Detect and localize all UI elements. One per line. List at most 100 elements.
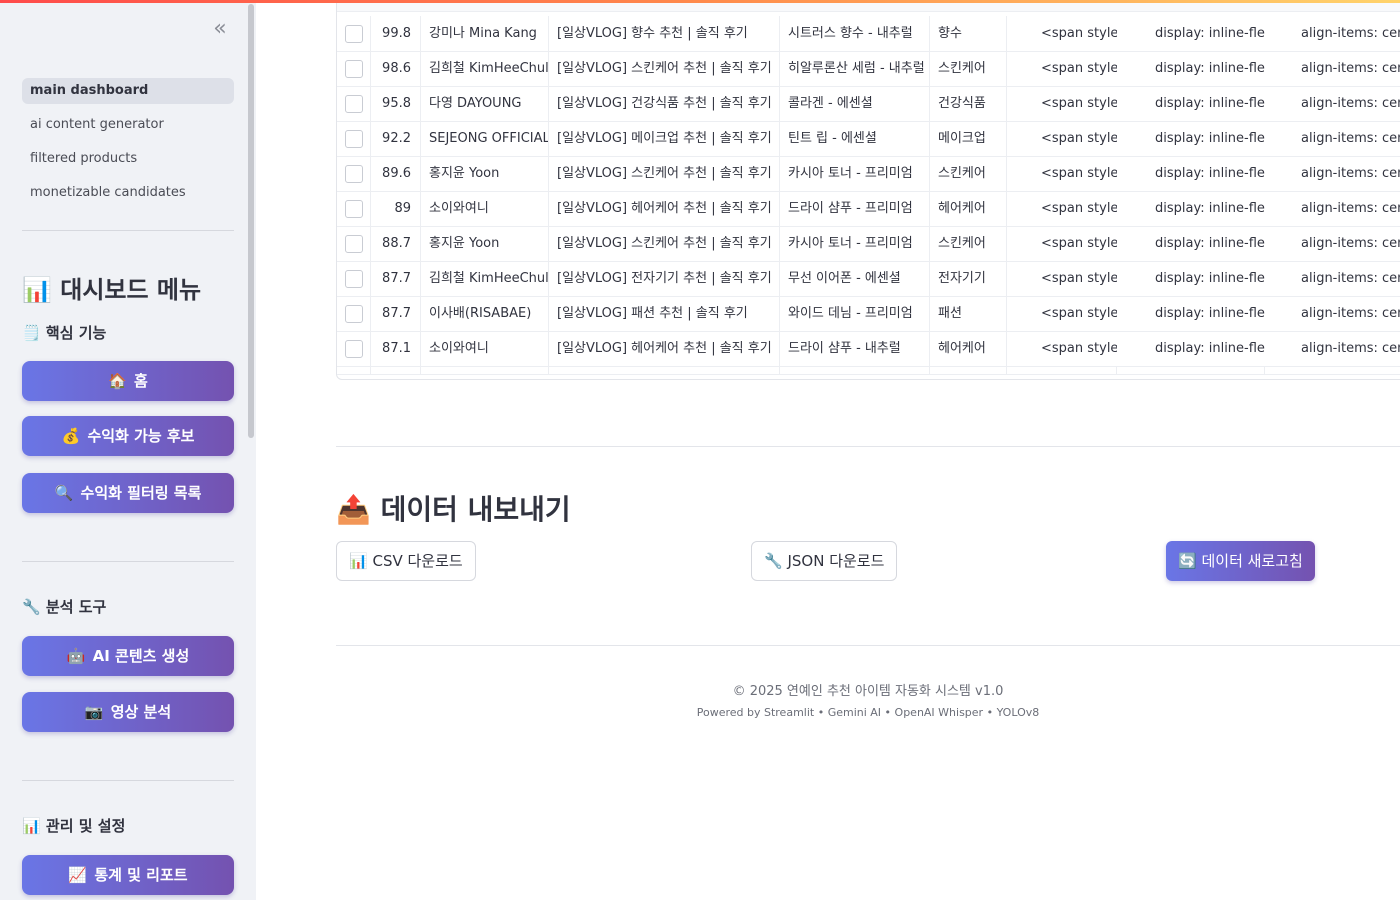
product-cell: 드라이 샴푸 - 프리미엄 — [780, 191, 930, 226]
score-cell: 87.1 — [371, 331, 421, 366]
html-cell: <span style=" — [1041, 26, 1117, 41]
table-row[interactable]: 92.2 SEJEONG OFFICIAL [일상VLOG] 메이크업 추천 | 솔… — [337, 121, 1400, 157]
row-checkbox[interactable] — [345, 235, 363, 253]
wrench-icon: 🔧 — [22, 598, 41, 616]
channel-cell: 홍지윤 Yoon — [421, 156, 549, 191]
row-checkbox[interactable] — [345, 200, 363, 218]
row-checkbox[interactable] — [345, 305, 363, 323]
html-cell: display: inline-flex; — [1155, 131, 1265, 146]
footer-divider — [336, 645, 1400, 646]
category-cell: 스킨케어 — [930, 226, 1007, 261]
table-row[interactable]: 89 소이와여니 [일상VLOG] 헤어케어 추천 | 솔직 후기 드라이 샴푸 - … — [337, 191, 1400, 227]
table-row-partial — [337, 366, 1400, 375]
nav-main-dashboard[interactable]: main dashboard — [22, 78, 234, 104]
product-cell: 히알루론산 세럼 - 내추럴 — [780, 51, 930, 86]
product-cell: 콜라겐 - 에센셜 — [780, 86, 930, 121]
refresh-data-label: 데이터 새로고침 — [1201, 552, 1303, 570]
table-row[interactable]: 87.1 소이와여니 [일상VLOG] 헤어케어 추천 | 솔직 후기 드라이 샴푸 … — [337, 331, 1400, 367]
html-cell: align-items: center; — [1301, 61, 1400, 76]
json-download-button[interactable]: 🔧 JSON 다운로드 — [751, 541, 898, 581]
category-cell: 건강식품 — [930, 86, 1007, 121]
chart-icon: 📊 — [22, 817, 41, 835]
video-title-cell: [일상VLOG] 전자기기 추천 | 솔직 후기 — [549, 261, 780, 296]
home-button[interactable]: 🏠 홈 — [22, 361, 234, 401]
nav-ai-content-generator[interactable]: ai content generator — [22, 112, 234, 138]
empty-cell — [1007, 366, 1117, 374]
empty-cell — [930, 366, 1007, 374]
html-cell: align-items: center; — [1301, 306, 1400, 321]
sidebar-scrollbar[interactable] — [248, 4, 254, 438]
sidebar: « main dashboard ai content generator fi… — [0, 0, 256, 900]
row-select-cell — [337, 226, 371, 261]
table-row[interactable]: 89.6 홍지윤 Yoon [일상VLOG] 스킨케어 추천 | 솔직 후기 카시아 … — [337, 156, 1400, 192]
channel-cell: 홍지윤 Yoon — [421, 226, 549, 261]
table-row[interactable]: 95.8 다영 DAYOUNG [일상VLOG] 건강식품 추천 | 솔직 후기 콜라… — [337, 86, 1400, 122]
html-cell: display: inline-flex; — [1155, 61, 1265, 76]
chart-icon: 📊 — [349, 552, 368, 570]
collapse-sidebar-icon[interactable]: « — [207, 18, 229, 42]
video-title-cell: [일상VLOG] 스킨케어 추천 | 솔직 후기 — [549, 51, 780, 86]
row-checkbox[interactable] — [345, 165, 363, 183]
channel-cell: SEJEONG OFFICIAL — [421, 121, 549, 156]
section-analysis-heading: 🔧 분석 도구 — [22, 596, 106, 617]
row-checkbox[interactable] — [345, 25, 363, 43]
html-cell: align-items: center; — [1301, 271, 1400, 286]
top-decoration-bar — [0, 0, 1400, 3]
ai-content-label: AI 콘텐츠 생성 — [92, 647, 190, 665]
video-title-cell: [일상VLOG] 건강식품 추천 | 솔직 후기 — [549, 86, 780, 121]
html-cell: <span style=" — [1041, 96, 1117, 111]
video-title-cell: [일상VLOG] 패션 추천 | 솔직 후기 — [549, 296, 780, 331]
nav-monetizable-candidates[interactable]: monetizable candidates — [22, 180, 234, 206]
row-checkbox[interactable] — [345, 340, 363, 358]
product-cell: 카시아 토너 - 프리미엄 — [780, 156, 930, 191]
html-cell: align-items: center; — [1301, 96, 1400, 111]
category-cell: 전자기기 — [930, 261, 1007, 296]
stats-report-button[interactable]: 📈 통계 및 리포트 — [22, 855, 234, 895]
csv-download-button[interactable]: 📊 CSV 다운로드 — [336, 541, 476, 581]
products-data-table[interactable]: 99.8 강미나 Mina Kang [일상VLOG] 향수 추천 | 솔직 후기 시… — [336, 0, 1400, 380]
wrench-icon: 🔧 — [764, 552, 783, 570]
money-bag-icon: 💰 — [61, 427, 81, 445]
row-checkbox[interactable] — [345, 95, 363, 113]
html-cell: <span style=" — [1041, 341, 1117, 356]
channel-cell: 김희철 KimHeeChul — [421, 51, 549, 86]
row-checkbox[interactable] — [345, 270, 363, 288]
category-cell: 향수 — [930, 16, 1007, 51]
row-checkbox[interactable] — [345, 130, 363, 148]
footer-copyright: © 2025 연예인 추천 아이템 자동화 시스템 v1.0 — [732, 684, 1004, 699]
table-row[interactable]: 87.7 김희철 KimHeeChul [일상VLOG] 전자기기 추천 | 솔직 … — [337, 261, 1400, 297]
monetizable-candidates-button[interactable]: 💰 수익화 가능 후보 — [22, 416, 234, 456]
score-cell: 89 — [371, 191, 421, 226]
row-checkbox[interactable] — [345, 60, 363, 78]
product-cell: 시트러스 향수 - 내추럴 — [780, 16, 930, 51]
html-cell: display: inline-flex; — [1155, 271, 1265, 286]
empty-cell — [371, 366, 421, 374]
section-analysis-label: 분석 도구 — [45, 598, 107, 616]
score-cell: 87.7 — [371, 261, 421, 296]
html-cell: <span style=" — [1041, 61, 1117, 76]
html-cell: display: inline-flex; — [1155, 236, 1265, 251]
video-title-cell: [일상VLOG] 스킨케어 추천 | 솔직 후기 — [549, 226, 780, 261]
video-title-cell: [일상VLOG] 헤어케어 추천 | 솔직 후기 — [549, 191, 780, 226]
video-analysis-button[interactable]: 📷 영상 분석 — [22, 692, 234, 732]
channel-cell: 김희철 KimHeeChul — [421, 261, 549, 296]
table-row[interactable]: 87.7 이사배(RISABAE) [일상VLOG] 패션 추천 | 솔직 후기 와이… — [337, 296, 1400, 332]
table-row[interactable]: 98.6 김희철 KimHeeChul [일상VLOG] 스킨케어 추천 | 솔직 … — [337, 51, 1400, 87]
refresh-data-button[interactable]: 🔄 데이터 새로고침 — [1166, 541, 1315, 581]
table-row[interactable]: 88.7 홍지윤 Yoon [일상VLOG] 스킨케어 추천 | 솔직 후기 카시아 … — [337, 226, 1400, 262]
category-cell: 메이크업 — [930, 121, 1007, 156]
score-cell: 92.2 — [371, 121, 421, 156]
score-cell: 99.8 — [371, 16, 421, 51]
dashboard-menu-label: 대시보드 메뉴 — [60, 276, 202, 304]
channel-cell: 이사배(RISABAE) — [421, 296, 549, 331]
nav-filtered-products[interactable]: filtered products — [22, 146, 234, 172]
row-select-cell — [337, 296, 371, 331]
ai-content-button[interactable]: 🤖 AI 콘텐츠 생성 — [22, 636, 234, 676]
html-cell: <span style=" — [1041, 306, 1117, 321]
section-divider — [336, 446, 1400, 447]
row-select-cell — [337, 261, 371, 296]
page-nav: main dashboard ai content generator filt… — [22, 78, 234, 214]
empty-cell — [549, 366, 780, 374]
table-row[interactable]: 99.8 강미나 Mina Kang [일상VLOG] 향수 추천 | 솔직 후기 시… — [337, 16, 1400, 52]
filtered-list-button[interactable]: 🔍 수익화 필터링 목록 — [22, 473, 234, 513]
